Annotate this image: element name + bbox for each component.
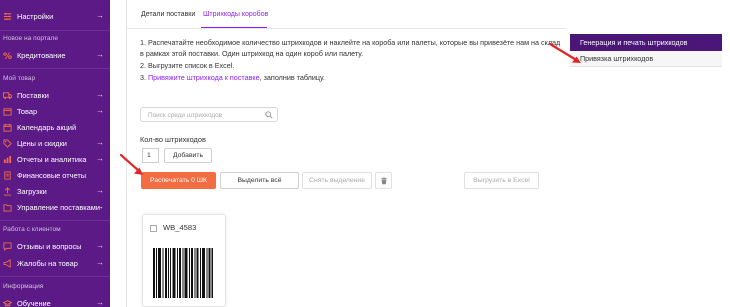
- barcode-card[interactable]: WB_4583: [142, 214, 226, 307]
- sidebar-item-settings[interactable]: Настройки →: [0, 9, 110, 23]
- svg-text:%: %: [3, 52, 12, 60]
- truck-icon: [3, 91, 12, 100]
- chevron-right-icon: →: [96, 106, 104, 115]
- chevron-right-icon: →: [96, 298, 104, 307]
- education-icon: [3, 299, 12, 307]
- delete-button[interactable]: [375, 172, 392, 189]
- sidebar-section-new: Новое на портале: [3, 35, 59, 42]
- sidebar-item-finance[interactable]: Финансовые отчеты: [0, 168, 110, 182]
- annotation-arrow-icon: [119, 153, 143, 175]
- sidebar-divider: [0, 30, 110, 31]
- bind-barcodes-link[interactable]: Привяжите штрихкода к поставке: [148, 73, 260, 82]
- tab-box-barcodes[interactable]: Штрихкоды коробов: [203, 11, 268, 18]
- trash-icon: [380, 176, 387, 184]
- tab-supply-details[interactable]: Детали поставки: [141, 11, 195, 18]
- chevron-right-icon: →: [96, 241, 104, 250]
- tag-icon: [3, 138, 12, 148]
- chevron-right-icon: →: [96, 202, 104, 211]
- sidebar-item-supply-management[interactable]: Управление поставками →: [0, 200, 110, 214]
- document-icon: [3, 170, 12, 180]
- sidebar-section-client: Работа с клиентом: [3, 226, 61, 233]
- chart-icon: [3, 155, 12, 164]
- barcode-search-input[interactable]: [148, 110, 263, 120]
- chevron-right-icon: →: [96, 154, 104, 163]
- sidebar-item-label: Календарь акций: [17, 122, 77, 132]
- export-excel-button[interactable]: Выгрузить в Excel: [464, 172, 539, 189]
- sidebar-item-label: Финансовые отчеты: [17, 170, 87, 180]
- instruction-step-2: 2. Выгрузите список в Excel.: [140, 61, 235, 70]
- instruction-step-3: 3. Привяжите штрихкода к поставке, запол…: [140, 73, 325, 82]
- instruction-step-1-cont: в рамках этой поставки. Один штрихкод на…: [140, 49, 364, 58]
- barcode-search: [140, 107, 278, 122]
- sidebar-item-promo-calendar[interactable]: Календарь акций: [0, 120, 110, 134]
- sidebar-item-prices[interactable]: Цены и скидки →: [0, 136, 110, 150]
- box-icon: [3, 107, 12, 116]
- folder-icon: [3, 203, 12, 212]
- chat-icon: [3, 241, 12, 251]
- sidebar-divider: [0, 220, 110, 221]
- sidebar-divider: [0, 276, 110, 277]
- sidebar-section-info: Информация: [3, 283, 44, 290]
- chevron-right-icon: →: [96, 50, 104, 59]
- chevron-right-icon: →: [96, 11, 104, 20]
- sidebar-item-complaints[interactable]: Жалобы на товар →: [0, 256, 110, 270]
- percent-icon: %: [3, 51, 12, 60]
- sidebar-item-goods[interactable]: Товар →: [0, 104, 110, 118]
- sidebar-item-credit[interactable]: % Кредитование →: [0, 48, 110, 62]
- tabs-border: [126, 28, 566, 29]
- sidebar-item-supplies[interactable]: Поставки →: [0, 88, 110, 102]
- calendar-icon: [3, 123, 12, 132]
- select-all-button[interactable]: Выделить всё: [220, 172, 299, 189]
- megaphone-icon: [3, 258, 12, 268]
- sidebar-section-my: Мой товар: [3, 75, 36, 82]
- sliders-icon: [3, 12, 12, 21]
- barcode-quantity-label: Кол-во штрихкодов: [140, 135, 206, 144]
- chevron-right-icon: →: [96, 90, 104, 99]
- search-icon[interactable]: [265, 111, 273, 119]
- barcode-code: WB_4583: [163, 223, 197, 232]
- sidebar: Настройки → Новое на портале % Кредитова…: [0, 0, 110, 307]
- chevron-right-icon: →: [96, 186, 104, 195]
- instruction-step-1: 1. Распечатайте необходимое количество ш…: [140, 38, 561, 47]
- menu-item-bind-barcodes[interactable]: Привязка штрихкодов: [570, 51, 722, 67]
- upload-icon: [3, 186, 12, 196]
- chevron-right-icon: →: [96, 138, 104, 147]
- sidebar-item-uploads[interactable]: Загрузки →: [0, 184, 110, 198]
- sidebar-item-reports[interactable]: Отчеты и аналитика →: [0, 152, 110, 166]
- annotation-arrow-icon: [548, 42, 581, 63]
- chevron-right-icon: →: [96, 258, 104, 267]
- sidebar-divider: [0, 68, 110, 69]
- clear-selection-button[interactable]: Снять выделение: [302, 172, 372, 189]
- sidebar-item-reviews[interactable]: Отзывы и вопросы →: [0, 239, 110, 253]
- sidebar-item-education[interactable]: Обучение →: [0, 296, 110, 307]
- instruction-step-3-suffix: , заполнив таблицу.: [259, 73, 325, 82]
- menu-item-generate-print[interactable]: Генерация и печать штрихкодов: [570, 34, 722, 51]
- barcode-checkbox[interactable]: [150, 225, 157, 232]
- instruction-step-3-prefix: 3.: [140, 73, 148, 82]
- add-button[interactable]: Добавить: [164, 148, 212, 163]
- barcode-image: [153, 248, 213, 298]
- print-barcodes-button[interactable]: Распечатать 0 ШК: [141, 172, 216, 189]
